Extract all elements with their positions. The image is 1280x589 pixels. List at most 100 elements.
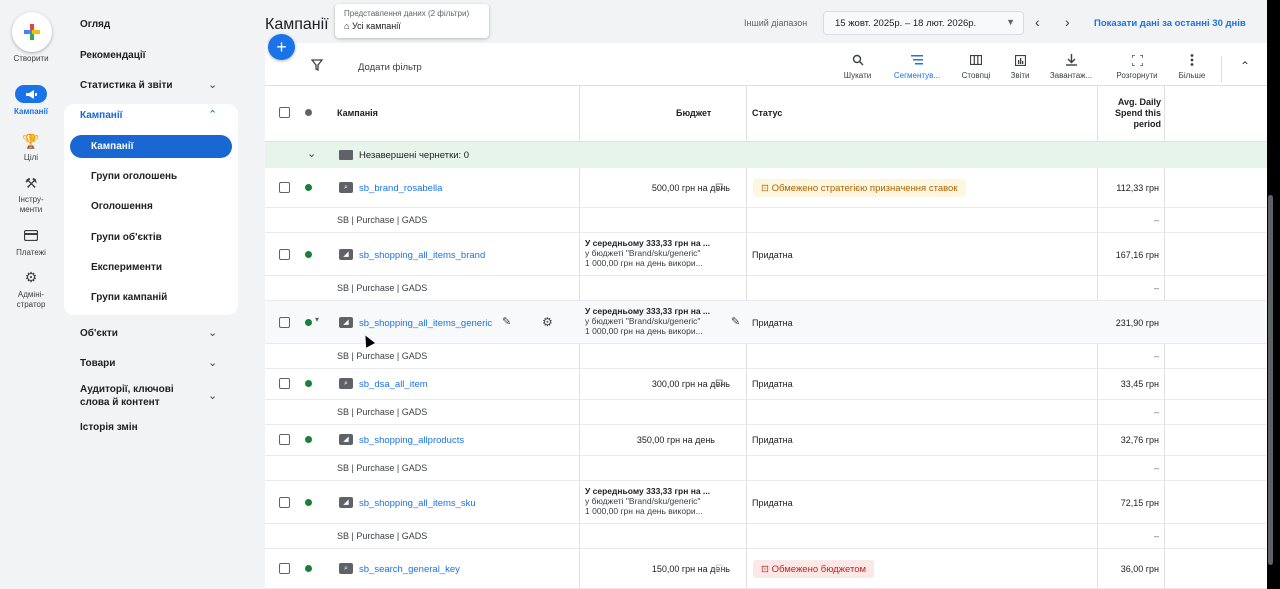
row-checkbox[interactable] xyxy=(279,434,290,445)
nav-overview[interactable]: Огляд xyxy=(80,19,110,30)
gear-icon[interactable]: ⚙ xyxy=(19,268,43,286)
chart-icon[interactable]: ⊡ xyxy=(715,182,723,193)
collapse-icon[interactable]: ⌃ xyxy=(1240,59,1250,73)
download-button[interactable]: Завантаж... xyxy=(1046,52,1096,80)
chart-icon[interactable]: ⊡ xyxy=(715,378,723,389)
campaign-link[interactable]: sb_dsa_all_item xyxy=(359,379,428,390)
enabled-status-dot[interactable] xyxy=(305,251,312,258)
nav-recommendations[interactable]: Рекомендації xyxy=(80,50,145,61)
select-all-checkbox[interactable] xyxy=(279,107,290,118)
nav-sub-ads[interactable]: Оголошення xyxy=(91,201,153,212)
campaign-link[interactable]: sb_shopping_all_items_brand xyxy=(359,250,485,261)
row-checkbox[interactable] xyxy=(279,182,290,193)
budget-line-3: 1 000,00 грн на день викори... xyxy=(585,326,703,336)
reports-button[interactable]: Звіти xyxy=(1005,52,1035,80)
edit-icon[interactable]: ✎ xyxy=(502,315,511,328)
data-view-label: Усі кампанії xyxy=(351,21,401,31)
enabled-status-dot[interactable] xyxy=(305,380,312,387)
rail-item-campaigns[interactable] xyxy=(15,85,47,103)
shopping-campaign-icon: ◢ xyxy=(339,497,353,508)
enabled-status-dot[interactable] xyxy=(305,184,312,191)
campaign-label: SB | Purchase | GADS xyxy=(337,215,428,225)
table-row[interactable]: ⌕ sb_search_general_key 150,00 грн на де… xyxy=(265,549,1267,589)
status-text: Обмежено бюджетом xyxy=(771,564,867,575)
data-view-selector[interactable]: Представлення даних (2 фільтри) ⌂ Усі ка… xyxy=(335,4,489,38)
row-checkbox[interactable] xyxy=(279,378,290,389)
row-checkbox[interactable] xyxy=(279,563,290,574)
spend-dash: – xyxy=(1153,531,1159,541)
card-icon[interactable] xyxy=(19,226,43,244)
nav-audiences[interactable]: Аудиторії, ключові слова й контент xyxy=(80,383,204,409)
chevron-down-icon[interactable]: ⌄ xyxy=(208,356,217,369)
nav-stats[interactable]: Статистика й звіти xyxy=(80,80,173,91)
nav-sub-campaigns[interactable]: Кампанії xyxy=(91,141,133,152)
nav-sub-asset-groups[interactable]: Групи об'єктів xyxy=(91,232,162,243)
table-row[interactable]: ◢ sb_shopping_all_items_sku У середньому… xyxy=(265,481,1267,524)
campaign-link[interactable]: sb_shopping_all_items_generic xyxy=(359,318,492,329)
status-dropdown-icon[interactable]: ▾ xyxy=(315,315,319,324)
row-checkbox[interactable] xyxy=(279,497,290,508)
filter-icon[interactable] xyxy=(310,59,324,74)
table-row[interactable]: ◢ sb_shopping_all_items_brand У середньо… xyxy=(265,233,1267,276)
enabled-status-dot[interactable] xyxy=(305,436,312,443)
table-row[interactable]: ◢ sb_shopping_allproducts 350,00 грн на … xyxy=(265,425,1267,456)
budget-line-3: 1 000,00 грн на день викори... xyxy=(585,258,703,268)
campaign-link[interactable]: sb_search_general_key xyxy=(359,564,460,575)
chevron-down-icon[interactable]: ⌄ xyxy=(208,326,217,339)
campaign-link[interactable]: sb_brand_rosabella xyxy=(359,183,442,194)
nav-objects[interactable]: Об'єкти xyxy=(80,328,118,339)
header-campaign[interactable]: Кампанія xyxy=(337,108,378,118)
spend-dash: – xyxy=(1153,215,1159,225)
more-label: Більше xyxy=(1178,71,1206,80)
table-row[interactable]: ▾ ◢ sb_shopping_all_items_generic ✎ ⚙ У … xyxy=(265,301,1267,344)
chevron-down-icon[interactable]: ⌄ xyxy=(208,78,217,91)
shared-budget: У середньому 333,33 грн на ... у бюджеті… xyxy=(585,306,710,336)
add-campaign-button[interactable]: + xyxy=(268,34,295,60)
enabled-status-dot[interactable] xyxy=(305,565,312,572)
last-30-days-link[interactable]: Показати дані за останні 30 днів xyxy=(1094,18,1246,29)
edit-budget-icon[interactable]: ✎ xyxy=(731,315,740,328)
header-status[interactable]: Статус xyxy=(752,108,782,118)
nav-sub-experiments[interactable]: Експерименти xyxy=(91,262,162,273)
campaign-link[interactable]: sb_shopping_allproducts xyxy=(359,435,464,446)
enabled-status-dot[interactable] xyxy=(305,499,312,506)
next-period-button[interactable]: › xyxy=(1065,14,1070,30)
nav-goods[interactable]: Товари xyxy=(80,358,115,369)
header-spend[interactable]: Avg. Daily Spend this period xyxy=(1105,97,1161,130)
table-row[interactable]: ⌕ sb_brand_rosabella 500,00 грн на день … xyxy=(265,168,1267,208)
search-button[interactable]: Шукати xyxy=(840,52,875,80)
nav-campaigns[interactable]: Кампанії xyxy=(80,110,122,121)
chevron-up-icon[interactable]: ⌃ xyxy=(208,108,217,121)
trophy-icon[interactable]: 🏆 xyxy=(19,132,43,150)
google-ads-app: Створити Кампанії 🏆 Цілі ⚒ Інстру- менти… xyxy=(0,0,1267,589)
header-budget[interactable]: Бюджет xyxy=(676,108,711,118)
expand-button[interactable]: Розгорнути xyxy=(1112,52,1162,80)
columns-button[interactable]: Стовпці xyxy=(958,52,994,80)
chevron-down-icon[interactable]: ⌄ xyxy=(307,147,316,160)
columns-label: Стовпці xyxy=(961,71,991,80)
add-filter-button[interactable]: Додати фільтр xyxy=(358,62,422,73)
spend-value: 33,45 грн xyxy=(1120,379,1159,389)
prev-period-button[interactable]: ‹ xyxy=(1035,14,1040,30)
table-row[interactable]: ⌕ sb_dsa_all_item 300,00 грн на день ⊡ П… xyxy=(265,369,1267,400)
nav-sub-campaign-groups[interactable]: Групи кампаній xyxy=(91,292,167,303)
more-button[interactable]: Більше xyxy=(1177,52,1207,80)
segment-button[interactable]: Сегментув... xyxy=(891,52,943,80)
campaign-link[interactable]: sb_shopping_all_items_sku xyxy=(359,498,476,509)
nav-sub-adgroups[interactable]: Групи оголошень xyxy=(91,171,177,182)
table-header: Кампанія Бюджет Статус Avg. Daily Spend … xyxy=(265,86,1267,142)
create-button[interactable] xyxy=(12,12,52,52)
date-range-select[interactable]: 15 жовт. 2025р. – 18 лют. 2026р. ▼ xyxy=(823,11,1024,35)
nav-history[interactable]: Історія змін xyxy=(80,422,138,433)
row-checkbox[interactable] xyxy=(279,249,290,260)
scrollbar-thumb[interactable] xyxy=(1268,195,1273,565)
row-checkbox[interactable] xyxy=(279,317,290,328)
tools-icon[interactable]: ⚒ xyxy=(19,174,43,192)
chevron-down-icon[interactable]: ⌄ xyxy=(208,389,217,402)
drafts-row[interactable]: ⌄ Незавершені чернетки: 0 xyxy=(265,142,1267,168)
enabled-status-dot[interactable] xyxy=(305,319,312,326)
settings-icon[interactable]: ⚙ xyxy=(542,315,553,329)
toolbar-divider xyxy=(1221,56,1222,82)
budget-line-2: у бюджеті "Brand/sku/generic" xyxy=(585,248,701,258)
chart-icon[interactable]: ⊡ xyxy=(715,563,723,574)
